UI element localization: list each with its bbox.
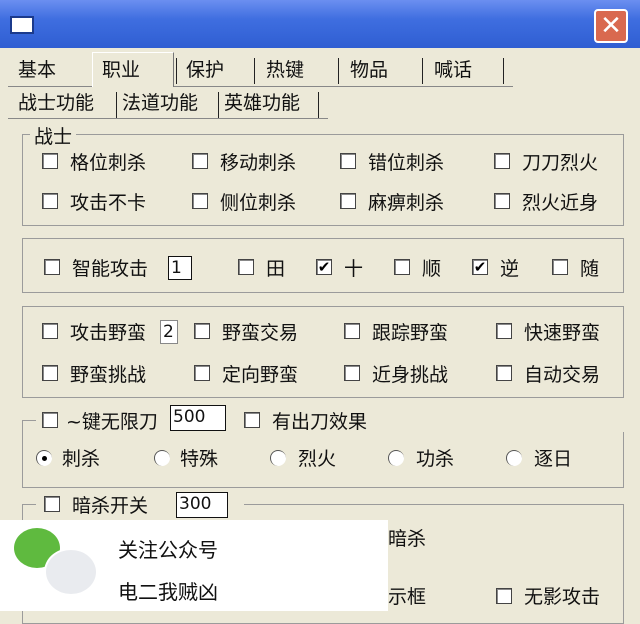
label-assassin-partial: 暗杀 [388,528,427,550]
subtab-hero[interactable]: 英雄功能 [224,88,300,118]
label-counterclockwise: 逆 [500,258,520,280]
checkbox-cross[interactable]: ✔ [316,259,332,275]
label-radio-chase-sun: 逐日 [534,448,573,470]
checkbox-move-stab[interactable] [192,153,208,169]
label-radio-special: 特殊 [180,448,219,470]
checkbox-offset-stab[interactable] [340,153,356,169]
label-clockwise: 顺 [422,258,442,280]
subtab-divider [116,92,117,118]
label-attack-barbarian: 攻击野蛮 [70,322,147,344]
tab-profession[interactable]: 职业 [102,54,140,86]
label-random: 随 [580,258,600,280]
tab-items[interactable]: 物品 [350,54,388,86]
close-icon: ✕ [600,11,622,41]
label-smart-attack: 智能攻击 [72,258,149,280]
subtab-divider [218,92,219,118]
label-move-stab: 移动刺杀 [220,152,297,174]
infinite-blade-input[interactable]: 500 [170,405,226,431]
label-fast-barbarian: 快速野蛮 [524,322,601,344]
checkbox-clockwise[interactable] [394,259,410,275]
tab-hotkey[interactable]: 热键 [266,54,304,86]
checkbox-fast-barbarian[interactable] [496,323,512,339]
checkbox-counterclockwise[interactable]: ✔ [472,259,488,275]
checkbox-blade-fire[interactable] [494,153,510,169]
label-hint-box-partial: 示框 [388,586,427,608]
label-blade-fire: 刀刀烈火 [522,152,599,174]
label-paralyze-stab: 麻痹刺杀 [368,192,445,214]
label-no-lag: 攻击不卡 [70,192,147,214]
watermark-line2: 电二我贼凶 [118,580,218,604]
label-radio-fire: 烈火 [298,448,337,470]
warrior-legend: 战士 [30,122,77,149]
assassin-input[interactable]: 300 [176,492,228,518]
checkbox-blade-effect[interactable] [244,412,260,428]
checkbox-field[interactable] [238,259,254,275]
checkmark-icon: ✔ [317,258,331,276]
radio-skill-kill[interactable] [388,450,404,466]
label-infinite-blade: ~键无限刀 [66,411,158,433]
checkmark-icon: ✔ [473,258,487,276]
checkbox-side-stab[interactable] [192,193,208,209]
label-barbarian-challenge: 野蛮挑战 [70,364,147,386]
checkbox-auto-trade[interactable] [496,365,512,381]
radio-special[interactable] [154,450,170,466]
label-barbarian-trade: 野蛮交易 [222,322,299,344]
checkbox-attack-barbarian[interactable] [42,323,58,339]
tab-protection[interactable]: 保护 [186,54,224,86]
subtab-baseline [8,118,328,119]
attack-barbarian-input[interactable]: 2 [160,320,178,344]
checkbox-grid-stab[interactable] [42,153,58,169]
checkbox-assassin[interactable] [44,496,60,512]
label-grid-stab: 格位刺杀 [70,152,147,174]
label-cross: 十 [344,258,364,280]
watermark-line1: 关注公众号 [118,538,218,562]
label-auto-trade: 自动交易 [524,364,601,386]
checkbox-smart-attack[interactable] [44,259,60,275]
tab-divider [422,58,423,84]
checkbox-close-challenge[interactable] [344,365,360,381]
checkbox-track-barbarian[interactable] [344,323,360,339]
subtab-divider [318,92,319,118]
radio-stab[interactable] [36,450,52,466]
checkbox-paralyze-stab[interactable] [340,193,356,209]
label-offset-stab: 错位刺杀 [368,152,445,174]
tab-basic[interactable]: 基本 [18,54,56,86]
checkbox-no-lag[interactable] [42,193,58,209]
smart-attack-input[interactable]: 1 [168,256,192,280]
tab-divider [176,58,177,84]
label-close-challenge: 近身挑战 [372,364,449,386]
checkbox-barbarian-trade[interactable] [194,323,210,339]
wechat-icon-secondary [44,548,98,596]
close-button[interactable]: ✕ [594,9,628,43]
label-radio-skill-kill: 功杀 [416,448,455,470]
label-side-stab: 侧位刺杀 [220,192,297,214]
checkbox-fire-close[interactable] [494,193,510,209]
checkbox-barbarian-challenge[interactable] [42,365,58,381]
label-track-barbarian: 跟踪野蛮 [372,322,449,344]
label-assassin: 暗杀开关 [72,495,149,517]
label-shadow-attack: 无影攻击 [524,586,601,608]
tab-baseline [8,86,513,87]
label-directed-barbarian: 定向野蛮 [222,364,299,386]
tab-shout[interactable]: 喊话 [434,54,472,86]
radio-chase-sun[interactable] [506,450,522,466]
checkbox-infinite-blade[interactable] [42,412,58,428]
label-blade-effect: 有出刀效果 [272,411,368,433]
tab-divider [338,58,339,84]
label-field: 田 [266,258,286,280]
label-fire-close: 烈火近身 [522,192,599,214]
checkbox-directed-barbarian[interactable] [194,365,210,381]
subtab-warrior[interactable]: 战士功能 [18,88,94,118]
title-bar [0,0,640,48]
app-icon [10,16,34,34]
subtab-taoist[interactable]: 法道功能 [122,88,198,118]
label-radio-stab: 刺杀 [62,448,101,470]
tab-divider [503,58,504,84]
radio-fire[interactable] [270,450,286,466]
checkbox-shadow-attack[interactable] [496,588,512,604]
checkbox-random[interactable] [552,259,568,275]
tab-divider [254,58,255,84]
